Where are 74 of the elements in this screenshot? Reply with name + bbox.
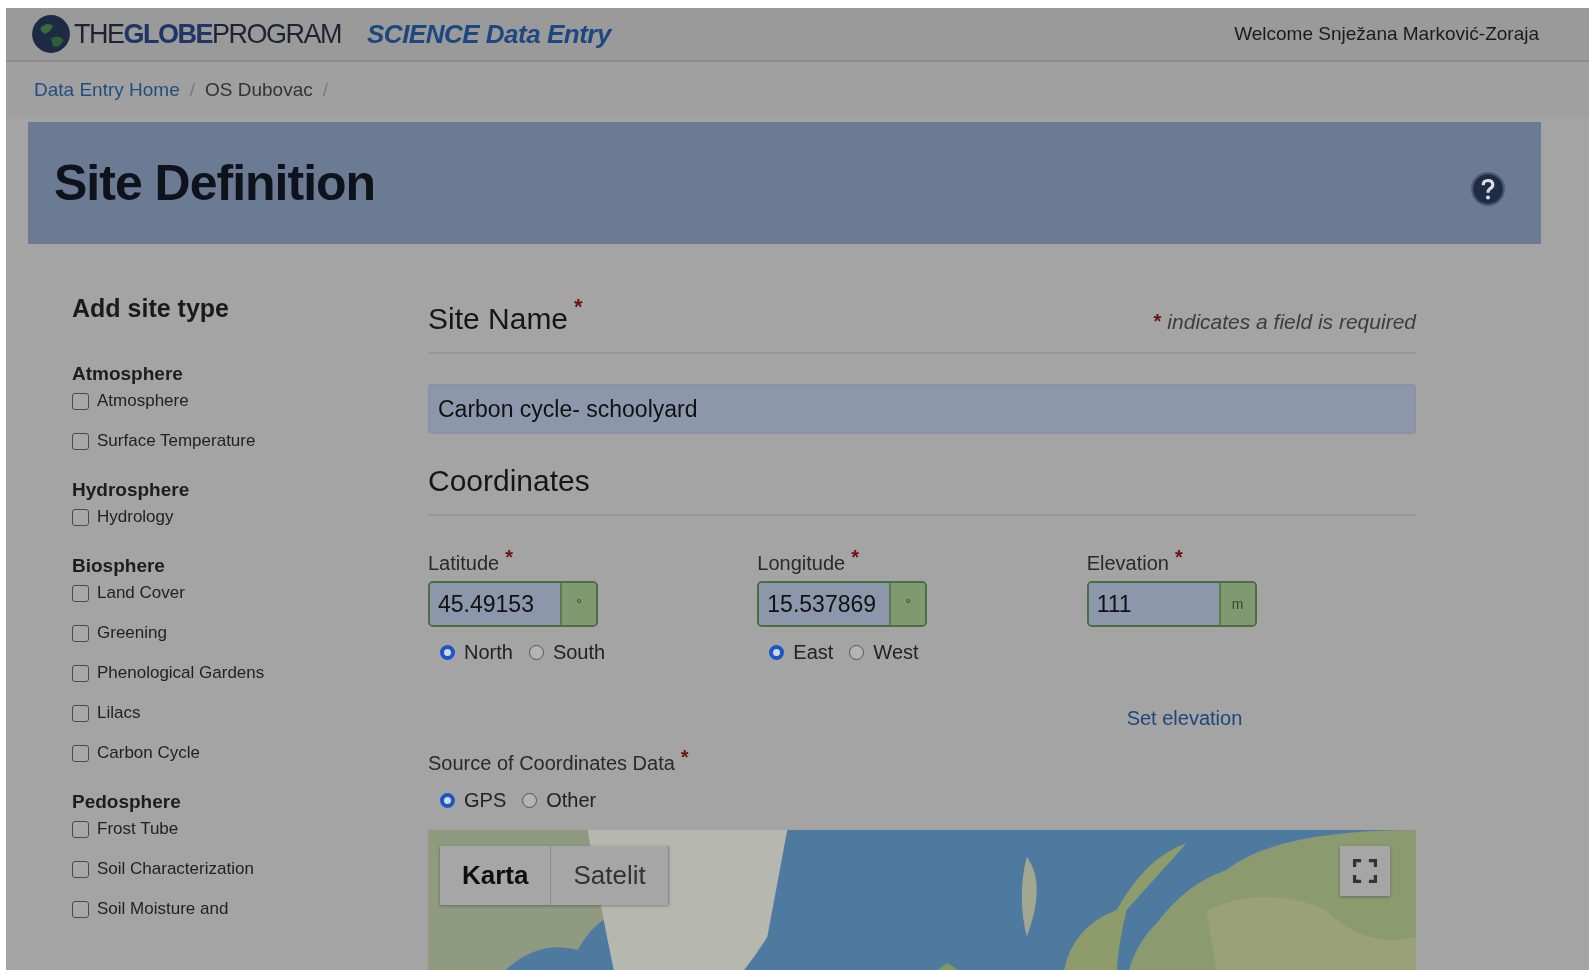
radio-button[interactable] bbox=[522, 793, 538, 808]
checkbox-label[interactable]: Land Cover bbox=[97, 583, 185, 603]
breadcrumb-link[interactable]: Data Entry Home bbox=[34, 79, 180, 101]
radio-button[interactable] bbox=[440, 793, 455, 808]
checkbox[interactable] bbox=[72, 820, 89, 838]
help-icon[interactable] bbox=[1471, 172, 1505, 206]
checkbox[interactable] bbox=[72, 432, 89, 450]
radio-label[interactable]: North bbox=[464, 641, 513, 664]
checkbox-label[interactable]: Soil Characterization bbox=[97, 859, 254, 879]
checkbox-label[interactable]: Lilacs bbox=[97, 703, 141, 723]
checkbox[interactable] bbox=[72, 624, 89, 642]
site-name-field[interactable]: Carbon cycle- schoolyard bbox=[428, 384, 1416, 434]
fullscreen-icon bbox=[1352, 858, 1378, 884]
unit-label: ° bbox=[889, 583, 926, 625]
map-type-tab[interactable]: Karta bbox=[440, 846, 552, 905]
breadcrumb-item: OS Dubovac bbox=[205, 79, 313, 101]
required-note: indicates a field is required bbox=[1167, 310, 1416, 334]
unit-label: ° bbox=[560, 583, 596, 625]
group-heading: Atmosphere bbox=[72, 363, 184, 385]
checkbox[interactable] bbox=[72, 664, 89, 682]
field-label: Elevation bbox=[1086, 552, 1169, 575]
required-mark: * bbox=[1174, 546, 1183, 569]
checkbox-label[interactable]: Hydrology bbox=[97, 507, 174, 527]
radio-button[interactable] bbox=[849, 645, 865, 660]
group-heading: Pedosphere bbox=[72, 791, 182, 813]
radio-button[interactable] bbox=[769, 645, 785, 660]
required-mark: * bbox=[505, 546, 513, 569]
required-mark: * bbox=[680, 746, 689, 769]
checkbox-label[interactable]: Soil Moisture and bbox=[97, 899, 229, 919]
page-title: Site Definition bbox=[54, 154, 376, 212]
checkbox-label[interactable]: Frost Tube bbox=[97, 819, 179, 839]
radio-label[interactable]: Other bbox=[546, 789, 597, 812]
input-field[interactable]: 45.49153 ° bbox=[428, 581, 598, 627]
required-mark: * bbox=[1153, 310, 1162, 333]
map-type-tab[interactable]: Satelit bbox=[551, 846, 669, 905]
sidebar-title: Add site type bbox=[72, 294, 230, 323]
checkbox-label[interactable]: Phenological Gardens bbox=[97, 663, 265, 683]
unit-label: m bbox=[1218, 583, 1255, 625]
input-field[interactable]: 111 m bbox=[1086, 581, 1257, 627]
field-label: Longitude bbox=[757, 552, 846, 575]
checkbox[interactable] bbox=[72, 860, 89, 878]
checkbox[interactable] bbox=[72, 900, 89, 918]
required-mark: * bbox=[574, 294, 583, 320]
breadcrumb-separator: / bbox=[189, 79, 195, 101]
section-heading: Site Name bbox=[428, 302, 569, 336]
radio-label[interactable]: GPS bbox=[464, 789, 507, 812]
group-heading: Hydrosphere bbox=[72, 479, 191, 501]
fullscreen-button[interactable] bbox=[1340, 846, 1390, 896]
field-label: Source of Coordinates Data bbox=[428, 752, 675, 775]
radio-label[interactable]: West bbox=[873, 641, 919, 664]
group-heading: Biosphere bbox=[72, 555, 166, 577]
required-mark: * bbox=[851, 546, 859, 569]
radio-label[interactable]: South bbox=[552, 641, 606, 664]
checkbox[interactable] bbox=[72, 508, 89, 526]
set-elevation-link[interactable]: Set elevation bbox=[1126, 707, 1416, 730]
logo-text[interactable]: THEGLOBEPROGRAM bbox=[74, 17, 342, 51]
checkbox-label[interactable]: Carbon Cycle bbox=[97, 743, 200, 763]
radio-label[interactable]: East bbox=[793, 641, 834, 664]
checkbox[interactable] bbox=[72, 584, 89, 602]
field-label: Latitude bbox=[428, 552, 500, 575]
welcome-text: Welcome Snježana Marković-Zoraja bbox=[1234, 23, 1539, 45]
breadcrumb-separator: / bbox=[322, 79, 329, 101]
input-field[interactable]: 15.537869 ° bbox=[757, 581, 928, 627]
app-title: SCIENCE Data Entry bbox=[367, 18, 611, 50]
radio-button[interactable] bbox=[528, 645, 544, 660]
globe-logo-icon bbox=[30, 13, 72, 55]
checkbox-label[interactable]: Atmosphere bbox=[97, 391, 189, 411]
checkbox[interactable] bbox=[72, 744, 89, 762]
radio-button[interactable] bbox=[440, 645, 455, 660]
checkbox[interactable] bbox=[72, 392, 89, 410]
checkbox-label[interactable]: Greening bbox=[97, 623, 167, 643]
section-heading: Coordinates bbox=[428, 464, 590, 498]
checkbox[interactable] bbox=[72, 704, 89, 722]
checkbox-label[interactable]: Surface Temperature bbox=[97, 431, 256, 451]
